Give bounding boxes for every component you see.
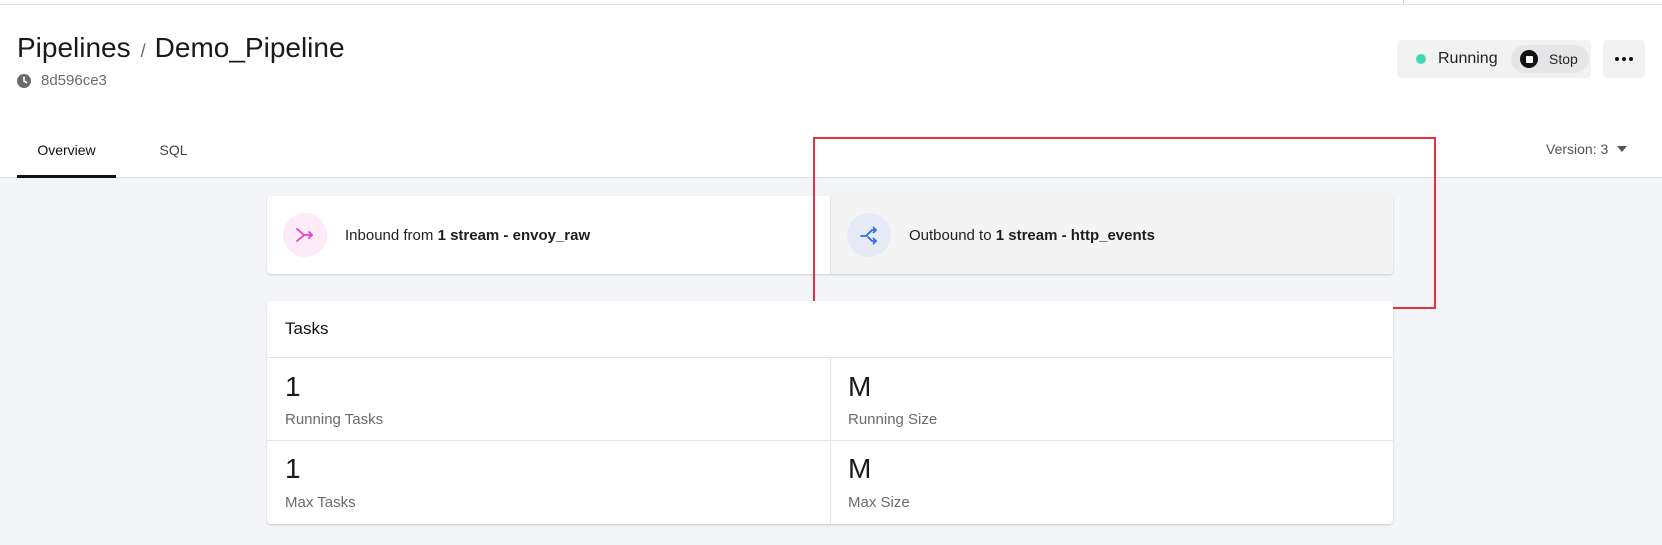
- breadcrumb-pipelines-link[interactable]: Pipelines: [17, 32, 131, 64]
- inbound-icon-badge: [283, 213, 327, 257]
- more-options-button[interactable]: [1603, 40, 1645, 78]
- tasks-title: Tasks: [285, 319, 329, 338]
- max-tasks-value: 1: [285, 453, 301, 484]
- inbound-prefix: Inbound from: [345, 226, 434, 244]
- max-tasks-label: Max Tasks: [285, 494, 356, 511]
- version-dropdown[interactable]: Version: 3: [1546, 141, 1628, 157]
- clock-icon: [17, 73, 31, 88]
- tab-overview[interactable]: Overview: [17, 130, 116, 178]
- pipeline-hash: 8d596ce3: [17, 72, 107, 89]
- top-divider: [0, 4, 1662, 5]
- tasks-column-divider: [830, 357, 831, 524]
- max-size-value: M: [848, 453, 872, 484]
- inbound-detail: 1 stream - envoy_raw: [437, 226, 591, 244]
- merge-arrow-icon: [296, 228, 313, 242]
- streams-card: Inbound from 1 stream - envoy_raw Outbou…: [267, 196, 1393, 274]
- running-size-value: M: [848, 371, 872, 402]
- max-size-label: Max Size: [848, 494, 910, 511]
- shuffle-arrow-icon: [860, 226, 877, 245]
- tasks-card: Tasks 1 Running Tasks M Running Size 1 M…: [267, 301, 1393, 524]
- status-label: Running: [1438, 50, 1498, 67]
- version-label: Version: 3: [1546, 141, 1609, 157]
- inbound-text: Inbound from 1 stream - envoy_raw: [345, 227, 590, 244]
- running-tasks-value: 1: [285, 371, 301, 402]
- running-tasks-label: Running Tasks: [285, 411, 384, 428]
- stop-icon: [1520, 50, 1538, 68]
- caret-down-icon: [1617, 146, 1628, 152]
- ellipsis-icon: [1614, 57, 1635, 61]
- inbound-stream[interactable]: Inbound from 1 stream - envoy_raw: [267, 196, 830, 274]
- running-size-label: Running Size: [848, 411, 938, 428]
- outbound-stream[interactable]: Outbound to 1 stream - http_events: [830, 196, 1393, 274]
- outbound-icon-badge: [847, 213, 891, 257]
- pipeline-hash-text: 8d596ce3: [41, 72, 107, 89]
- outbound-prefix: Outbound to: [909, 226, 992, 244]
- tab-sql[interactable]: SQL: [124, 130, 223, 178]
- status-group: Running Stop: [1397, 40, 1591, 78]
- breadcrumb-separator: /: [140, 41, 146, 61]
- stop-button-label: Stop: [1549, 51, 1578, 67]
- status-dot-icon: [1416, 54, 1426, 64]
- page-header: Pipelines / Demo_Pipeline 8d596ce3 Runni…: [0, 0, 1662, 178]
- breadcrumb: Pipelines / Demo_Pipeline: [17, 32, 345, 64]
- stop-button[interactable]: Stop: [1511, 45, 1589, 73]
- outbound-detail: 1 stream - http_events: [995, 226, 1155, 244]
- tab-bar: Overview SQL: [17, 130, 223, 178]
- outbound-text: Outbound to 1 stream - http_events: [909, 227, 1155, 244]
- top-divider-tick: [1403, 0, 1404, 4]
- page-title: Demo_Pipeline: [154, 32, 345, 63]
